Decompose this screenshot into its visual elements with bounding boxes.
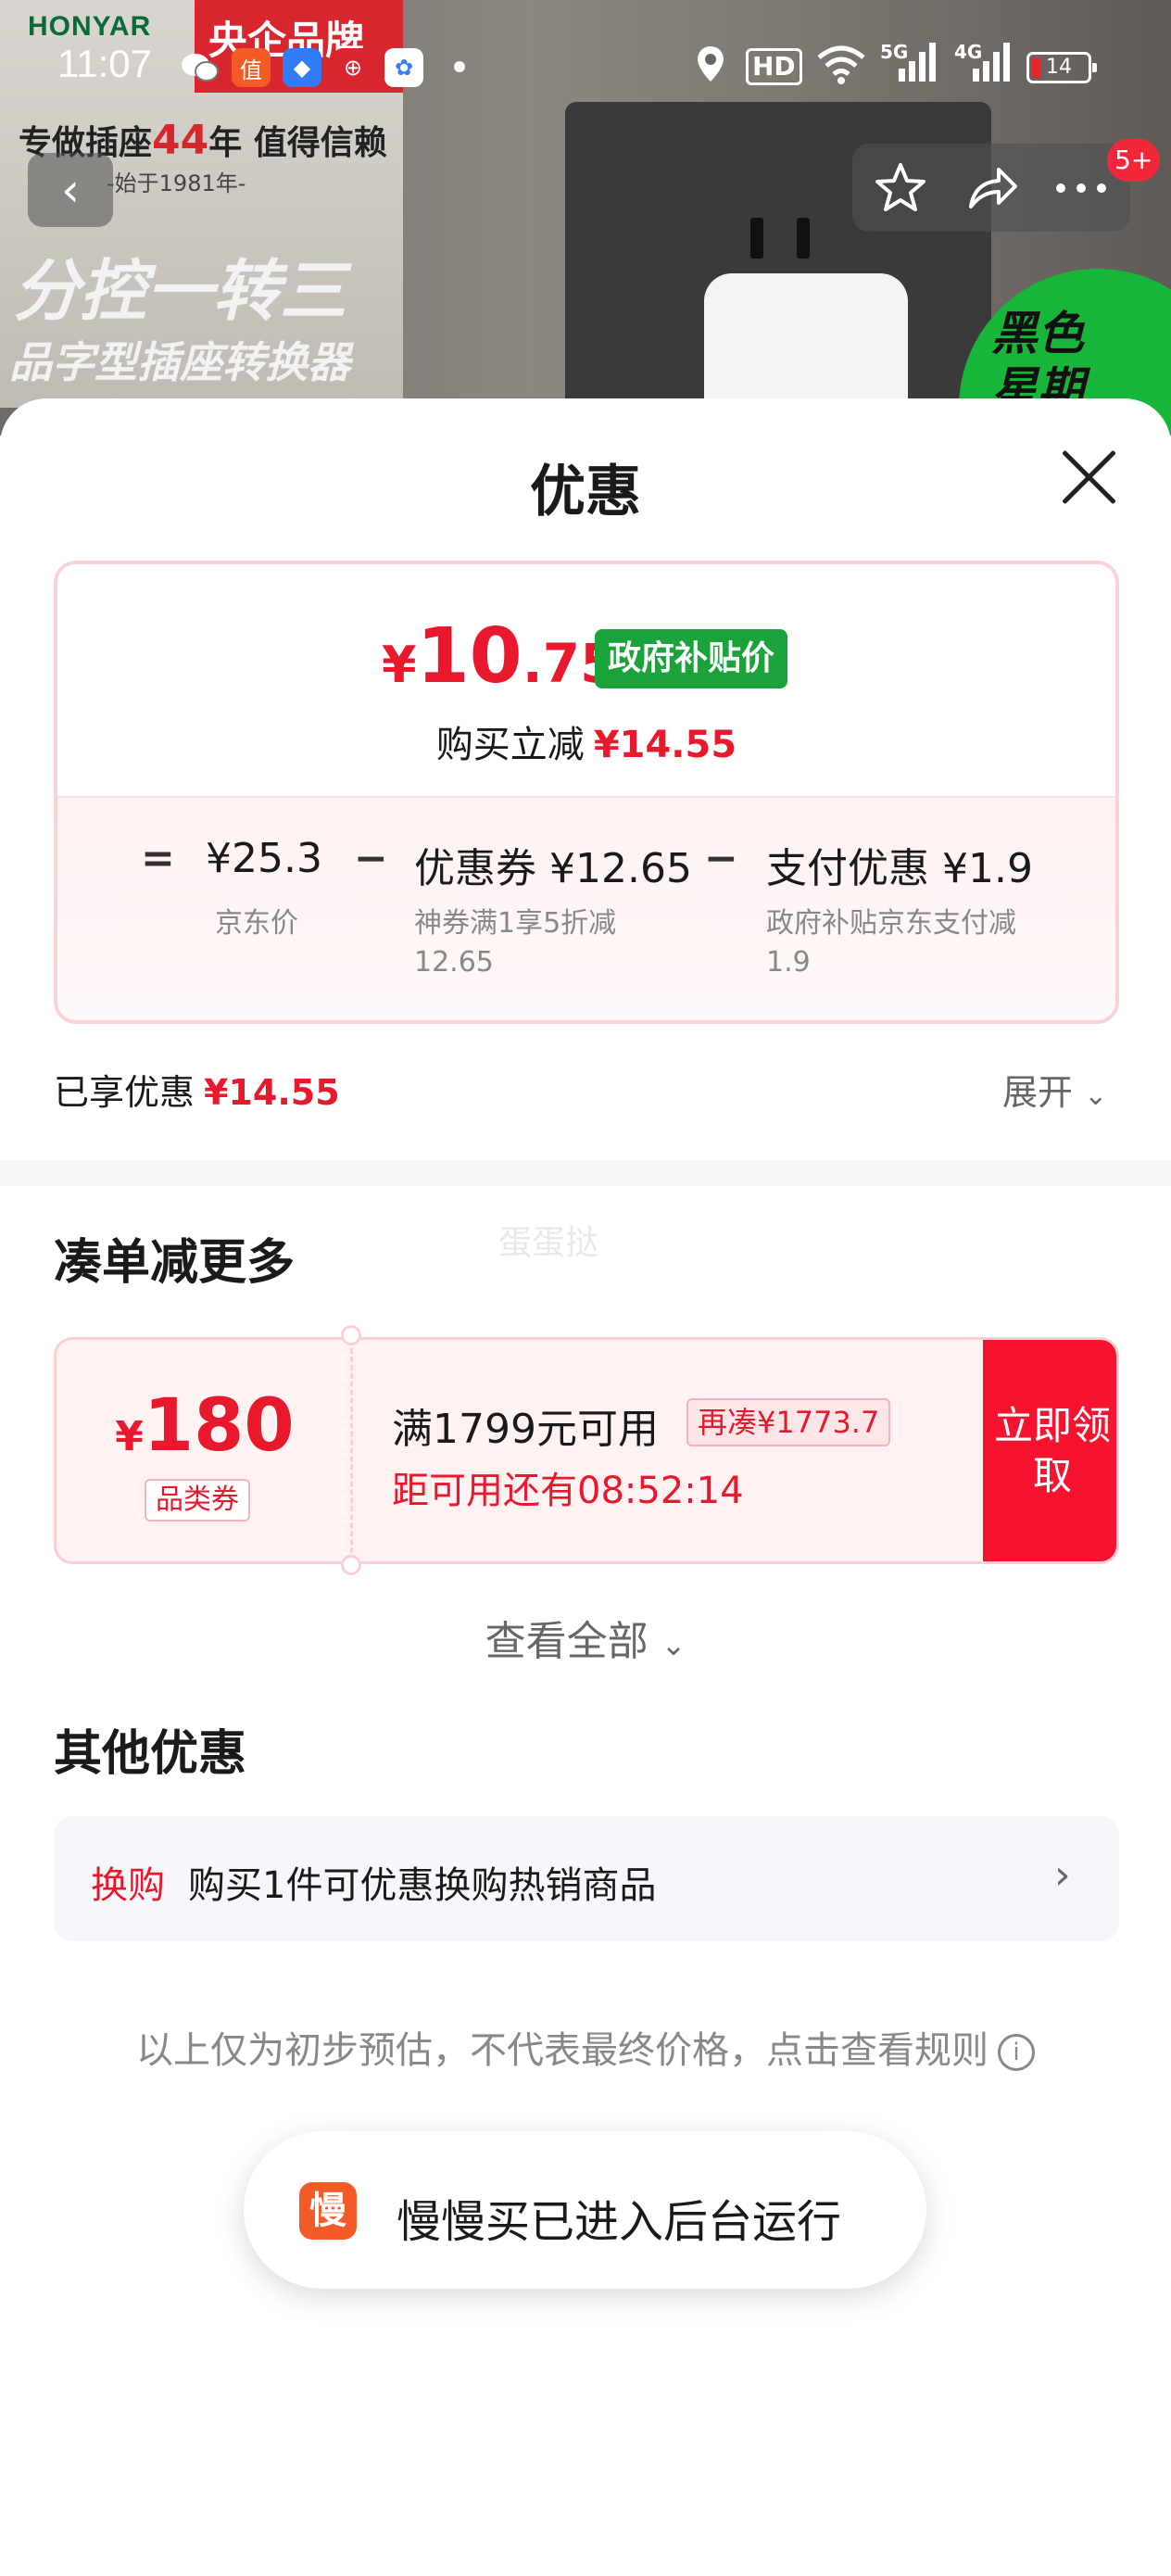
more-button[interactable]: [1051, 160, 1111, 228]
coupon-condition: 满1799元可用: [392, 1406, 659, 1453]
equals-sign: =: [141, 835, 175, 882]
browser-app-icon: ◆: [283, 48, 321, 87]
exchange-tag: 换购: [91, 1864, 165, 1907]
coupon-timer: 距可用还有08:52:14: [392, 1470, 744, 1512]
location-icon: [695, 44, 726, 91]
final-price: ¥10.75: [382, 612, 617, 701]
chevron-left-icon: ‹: [61, 163, 80, 217]
price-integer: 10: [416, 612, 523, 701]
background-toast: 慢 慢慢买已进入后台运行: [244, 2131, 926, 2289]
more-icon: [1056, 183, 1106, 193]
wechat-icon: [181, 48, 220, 87]
price-breakdown: = ¥25.3 京东价 − 优惠券 ¥12.65 神券满1享5折减12.65 −…: [57, 796, 1115, 1020]
enjoyed-label: 已享优惠: [54, 1072, 195, 1113]
expand-button[interactable]: 展开 ⌄: [1002, 1064, 1107, 1115]
chevron-down-icon: ⌄: [1084, 1080, 1108, 1112]
reduction-label: 购买立减: [435, 724, 585, 766]
price-summary: ¥10.75 政府补贴价 购买立减 ¥14.55: [57, 564, 1115, 796]
status-time: 11:07: [57, 42, 152, 85]
close-button[interactable]: [1056, 445, 1121, 510]
banner-headline: 分控一转三: [13, 252, 347, 330]
coupon-notch: [341, 1325, 361, 1345]
price-currency: ¥: [382, 636, 417, 694]
jd-price: ¥25.3: [206, 835, 322, 882]
smzdm-app-icon: 值: [232, 48, 271, 87]
cloud-app-icon: ✿: [384, 48, 423, 87]
exchange-text: 购买1件可优惠换购热销商品: [188, 1864, 657, 1907]
section-divider: [0, 1160, 1171, 1186]
more-notifications-dot: [454, 61, 465, 72]
section-title-other: 其他优惠: [54, 1726, 247, 1782]
enjoyed-amount: ¥14.55: [204, 1072, 340, 1113]
disclaimer[interactable]: 以上仅为初步预估，不代表最终价格，点击查看规则 i: [0, 2020, 1171, 2074]
share-icon: [969, 168, 1017, 208]
banner-subheadline: 品字型插座转换器: [9, 337, 350, 387]
message-badge: 5+: [1107, 139, 1161, 182]
watermark: 蛋蛋挞: [498, 1224, 599, 1262]
hd-icon: HD: [746, 48, 802, 85]
coupon-value-panel: ¥180 品类券: [57, 1340, 353, 1561]
instant-reduction: 购买立减 ¥14.55: [57, 714, 1115, 768]
view-all-button[interactable]: 查看全部 ⌄: [0, 1608, 1171, 1667]
section-title-more: 凑单减更多: [54, 1235, 296, 1291]
chevron-down-icon: ⌄: [661, 1627, 686, 1662]
exchange-offer[interactable]: 换购 购买1件可优惠换购热销商品 ›: [54, 1816, 1119, 1941]
header-actions: [852, 144, 1130, 232]
payment-discount: 支付优惠 ¥1.9: [766, 845, 1033, 892]
coupon-currency: ¥: [115, 1413, 144, 1460]
minus-sign: −: [704, 835, 738, 882]
banner-since: -始于1981年-: [107, 170, 246, 196]
manmanmai-app-icon: 慢: [299, 2182, 357, 2240]
chevron-right-icon: ›: [1054, 1851, 1071, 1899]
coupon-type: 品类券: [145, 1479, 250, 1522]
coupon-notch: [341, 1555, 361, 1575]
star-icon: [875, 163, 925, 211]
railway-app-icon: ⊕: [334, 48, 372, 87]
claim-coupon-button[interactable]: 立即领取: [983, 1340, 1116, 1561]
minus-sign: −: [354, 835, 388, 882]
coupon-value: 180: [143, 1384, 295, 1468]
reduction-amount: ¥14.55: [593, 724, 737, 766]
gov-subsidy-tag: 政府补贴价: [595, 629, 788, 688]
expand-label: 展开: [1002, 1072, 1074, 1113]
coupon-discount: 优惠券 ¥12.65: [414, 845, 692, 892]
payment-discount-desc: 政府补贴京东支付减1.9: [766, 907, 1016, 979]
share-button[interactable]: [963, 160, 1019, 228]
enjoyed-discount: 已享优惠 ¥14.55: [54, 1064, 340, 1115]
price-card: ¥10.75 政府补贴价 购买立减 ¥14.55 = ¥25.3 京东价 − 优惠…: [54, 561, 1119, 1024]
back-button[interactable]: ‹: [28, 153, 113, 227]
sheet-title: 优惠: [530, 460, 641, 524]
favorite-button[interactable]: [873, 160, 928, 228]
coupon-discount-desc: 神券满1享5折减12.65: [414, 907, 617, 979]
socket-hole: [750, 218, 763, 259]
status-bar: 11:07 值 ◆ ⊕ ✿ HD 5G 4G 14: [0, 0, 1171, 139]
disclaimer-text: 以上仅为初步预估，不代表最终价格，点击查看规则: [136, 2029, 988, 2072]
jd-price-label: 京东价: [215, 907, 298, 940]
view-all-label: 查看全部: [485, 1618, 648, 1665]
coupon-remaining-tag: 再凑¥1773.7: [686, 1398, 891, 1446]
socket-hole: [797, 218, 810, 259]
category-coupon: ¥180 品类券 满1799元可用 再凑¥1773.7 距可用还有08:52:1…: [54, 1337, 1119, 1564]
coupon-amount: ¥180: [57, 1384, 353, 1468]
toast-text: 慢慢买已进入后台运行: [397, 2196, 842, 2248]
battery-icon: 14: [1026, 52, 1097, 83]
wifi-icon: [815, 44, 867, 93]
info-icon: i: [998, 2034, 1035, 2071]
